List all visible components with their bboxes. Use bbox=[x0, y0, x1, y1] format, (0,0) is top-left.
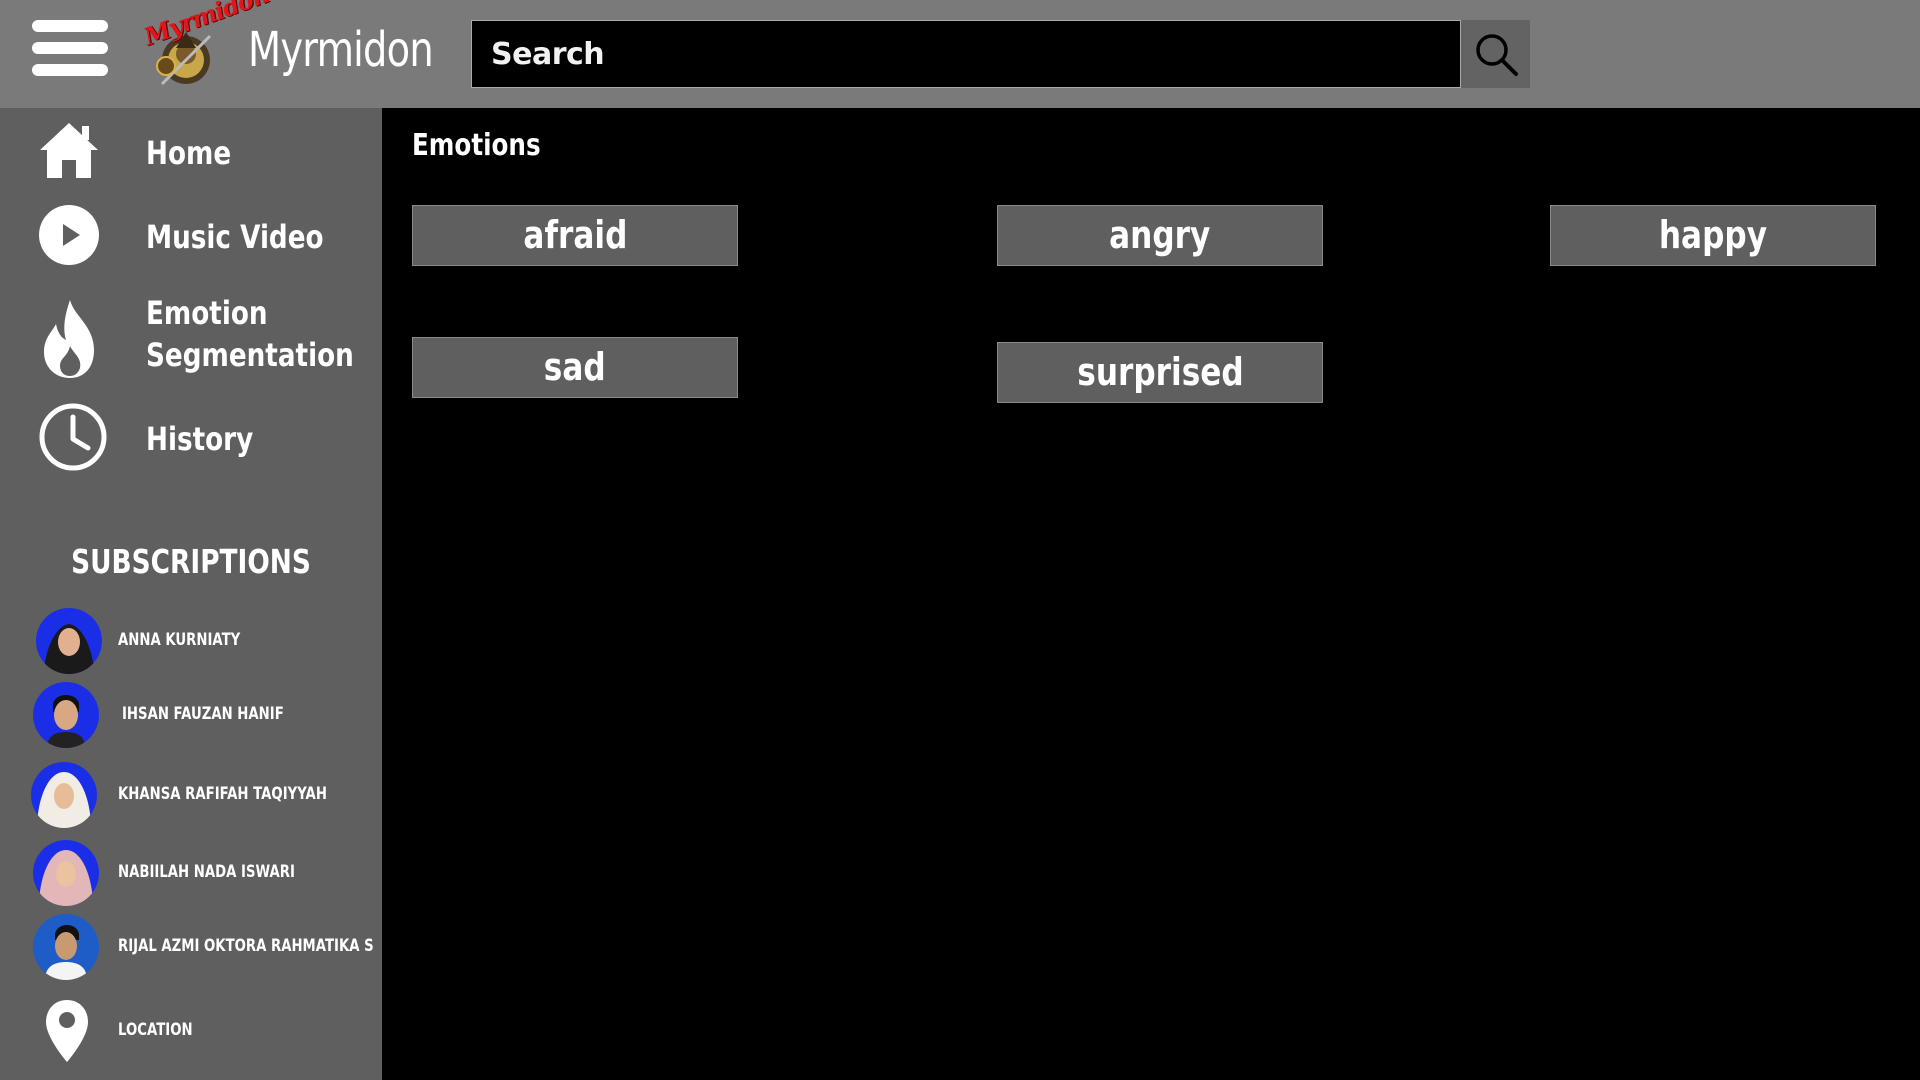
sidebar-item-emotion-segmentation[interactable]: Emotion Segmentation bbox=[0, 286, 382, 386]
subscription-name: RIJAL AZMI OKTORA RAHMATIKA S bbox=[118, 936, 374, 956]
search-field[interactable] bbox=[471, 20, 1461, 88]
sidebar-item-label: Music Video bbox=[146, 218, 324, 256]
emotion-button-sad[interactable]: sad bbox=[412, 337, 738, 398]
clock-icon bbox=[39, 403, 107, 471]
sidebar-item-home[interactable]: Home bbox=[0, 116, 382, 184]
emotion-label: angry bbox=[1109, 213, 1211, 257]
sidebar: Home Music Video Emotion Segmentation Hi… bbox=[0, 108, 382, 1080]
sidebar-item-history[interactable]: History bbox=[0, 398, 382, 474]
home-icon bbox=[40, 123, 98, 178]
emotion-label: surprised bbox=[1076, 350, 1244, 394]
sidebar-item-music-video[interactable]: Music Video bbox=[0, 200, 382, 268]
emotion-label: afraid bbox=[523, 213, 627, 257]
location-pin-icon bbox=[46, 1000, 88, 1062]
page-title: Emotions bbox=[412, 128, 541, 163]
top-bar: Myrmidon Myrmidon bbox=[0, 0, 1920, 108]
subscription-name: KHANSA RAFIFAH TAQIYYAH bbox=[118, 784, 327, 804]
fire-icon bbox=[44, 300, 94, 378]
emotion-button-happy[interactable]: happy bbox=[1550, 205, 1876, 266]
subscription-item[interactable]: IHSAN FAUZAN HANIF bbox=[0, 682, 382, 752]
subscription-item[interactable]: ANNA KURNIATY bbox=[0, 608, 382, 678]
logo[interactable]: Myrmidon bbox=[138, 0, 272, 92]
main-content: Emotions afraid angry happy sad surprise… bbox=[382, 108, 1920, 1080]
emotion-button-surprised[interactable]: surprised bbox=[997, 342, 1323, 403]
sidebar-item-label: Home bbox=[146, 134, 232, 172]
emotion-label: sad bbox=[544, 345, 606, 389]
avatar bbox=[33, 840, 99, 906]
emotion-button-angry[interactable]: angry bbox=[997, 205, 1323, 266]
avatar bbox=[33, 914, 99, 980]
subscriptions-heading: SUBSCRIPTIONS bbox=[71, 542, 311, 581]
avatar bbox=[33, 682, 99, 748]
subscription-item[interactable]: RIJAL AZMI OKTORA RAHMATIKA S bbox=[0, 914, 382, 984]
avatar bbox=[36, 608, 102, 674]
sidebar-item-label-line2: Segmentation bbox=[146, 336, 354, 374]
emotion-button-afraid[interactable]: afraid bbox=[412, 205, 738, 266]
search-button[interactable] bbox=[1461, 20, 1530, 88]
subscription-name: IHSAN FAUZAN HANIF bbox=[122, 704, 284, 724]
search-icon bbox=[1475, 34, 1518, 76]
avatar bbox=[31, 762, 97, 828]
subscription-name: NABIILAH NADA ISWARI bbox=[118, 862, 295, 882]
play-icon bbox=[39, 205, 99, 265]
location-label: LOCATION bbox=[118, 1020, 193, 1040]
subscription-item[interactable]: KHANSA RAFIFAH TAQIYYAH bbox=[0, 762, 382, 832]
brand-name[interactable]: Myrmidon bbox=[248, 22, 434, 78]
location-item[interactable]: LOCATION bbox=[0, 994, 382, 1068]
menu-icon[interactable] bbox=[32, 20, 108, 76]
sidebar-item-label-line1: Emotion bbox=[146, 294, 268, 332]
sidebar-item-label: Emotion Segmentation bbox=[146, 292, 354, 376]
subscription-item[interactable]: NABIILAH NADA ISWARI bbox=[0, 840, 382, 910]
subscription-name: ANNA KURNIATY bbox=[118, 630, 241, 650]
search-input[interactable] bbox=[472, 21, 1460, 87]
sidebar-item-label: History bbox=[146, 420, 254, 458]
emotion-label: happy bbox=[1658, 213, 1768, 257]
